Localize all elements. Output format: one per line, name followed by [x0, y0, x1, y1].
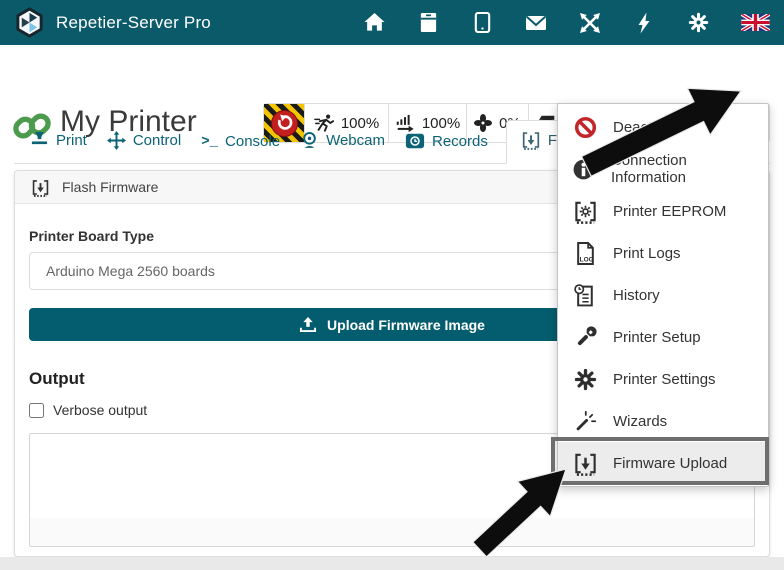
tab-print[interactable]: Print	[28, 122, 89, 163]
menu-item-printer-setup[interactable]: Printer Setup	[558, 316, 768, 358]
uk-flag-icon[interactable]	[741, 12, 770, 34]
repetier-server-page: Repetier-Server Pro	[0, 0, 784, 570]
verbose-output-checkbox[interactable]	[29, 403, 44, 418]
menu-item-deactivate[interactable]: Deactivate	[558, 106, 768, 148]
tab-records[interactable]: Records	[403, 123, 490, 163]
printer-box-icon[interactable]	[417, 12, 439, 34]
gear-icon	[572, 368, 598, 391]
menu-item-printer-eeprom[interactable]: Printer EEPROM	[558, 190, 768, 232]
history-icon	[572, 284, 598, 307]
printer-menu-dropdown: Deactivate Connection Information	[557, 103, 769, 487]
bolt-icon[interactable]	[633, 12, 655, 34]
top-navbar: Repetier-Server Pro	[0, 0, 784, 45]
log-file-icon: LOG	[572, 242, 598, 265]
upload-icon	[299, 316, 317, 333]
menu-item-wizards[interactable]: Wizards	[558, 400, 768, 442]
verbose-output-label: Verbose output	[53, 402, 147, 418]
menu-item-print-logs[interactable]: LOG Print Logs	[558, 232, 768, 274]
tab-console[interactable]: >_ Console	[199, 124, 282, 163]
menu-item-history[interactable]: History	[558, 274, 768, 316]
console-icon: >_	[201, 134, 218, 150]
mail-icon[interactable]	[525, 12, 547, 34]
menu-item-connection-information[interactable]: Connection Information	[558, 148, 768, 190]
wrench-icon	[572, 326, 598, 349]
firmware-chip-icon	[31, 178, 50, 197]
wand-icon	[572, 410, 598, 433]
gear-icon[interactable]	[687, 12, 709, 34]
firmware-chip-icon	[521, 130, 541, 150]
tablet-icon[interactable]	[471, 12, 493, 34]
svg-text:LOG: LOG	[579, 256, 593, 263]
home-icon[interactable]	[363, 12, 385, 34]
firmware-chip-icon	[572, 451, 598, 476]
webcam-icon	[300, 131, 319, 150]
tab-control[interactable]: Control	[105, 122, 183, 163]
ban-icon	[572, 116, 598, 139]
menu-item-firmware-upload[interactable]: Firmware Upload	[558, 442, 768, 484]
eeprom-chip-icon	[572, 199, 598, 224]
move-icon	[107, 131, 126, 150]
menu-item-printer-settings[interactable]: Printer Settings	[558, 358, 768, 400]
page-background	[0, 557, 784, 570]
print-icon	[30, 131, 49, 150]
info-icon	[572, 158, 596, 181]
panel-title: Flash Firmware	[62, 179, 158, 195]
records-icon	[405, 132, 425, 150]
expand-arrows-icon[interactable]	[579, 12, 601, 34]
tab-webcam[interactable]: Webcam	[298, 122, 387, 163]
repetier-logo-icon	[14, 7, 45, 38]
app-title: Repetier-Server Pro	[56, 13, 211, 33]
